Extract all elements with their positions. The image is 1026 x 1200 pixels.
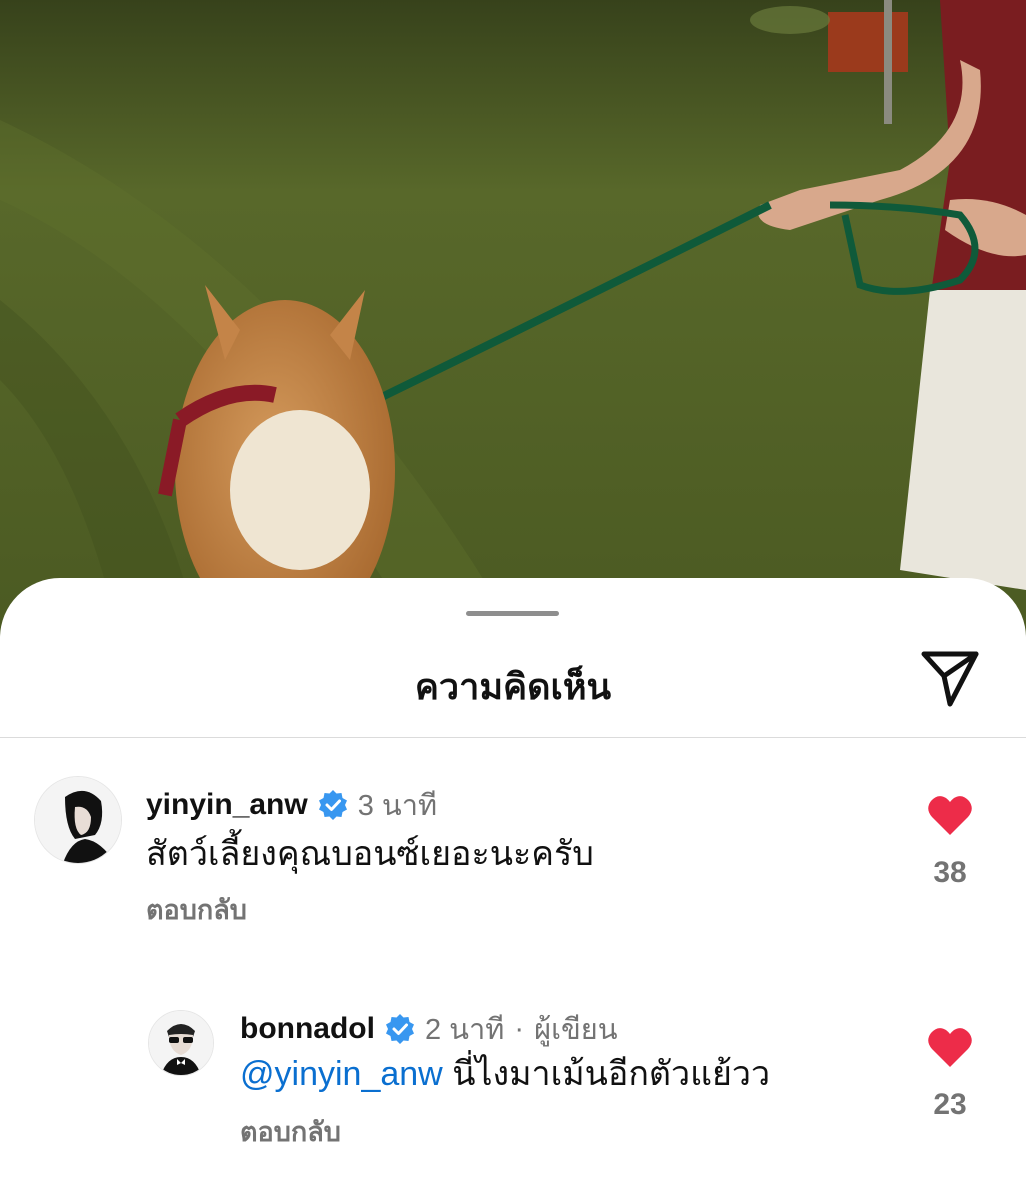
- verified-badge-icon: [318, 790, 347, 820]
- share-button[interactable]: [918, 646, 982, 710]
- like-count: 23: [933, 1088, 967, 1121]
- comment-text: สัตว์เลี้ยงคุณบอนซ์เยอะนะครับ: [146, 826, 594, 880]
- user-mention-link[interactable]: @yinyin_anw: [240, 1055, 443, 1093]
- like-count: 38: [933, 856, 967, 889]
- like-control: 38: [910, 794, 990, 890]
- header-divider: [0, 737, 1026, 738]
- profile-picture: [149, 1011, 213, 1075]
- comment-header: yinyin_anw 3 นาที: [146, 782, 437, 828]
- meta-separator: ·: [514, 1012, 525, 1045]
- comment-time: 3 นาที: [357, 790, 438, 822]
- avatar[interactable]: [34, 776, 122, 864]
- post-photo: [0, 0, 1026, 640]
- comment-body: สัตว์เลี้ยงคุณบอนซ์เยอะนะครับ: [146, 835, 594, 873]
- avatar[interactable]: [148, 1010, 214, 1076]
- sheet-title: ความคิดเห็น: [414, 666, 612, 707]
- heart-filled-icon[interactable]: [927, 794, 973, 836]
- heart-filled-icon[interactable]: [927, 1026, 973, 1068]
- verified-badge-icon: [385, 1014, 414, 1044]
- profile-picture: [35, 777, 121, 863]
- paper-plane-icon: [921, 651, 979, 707]
- reply-button[interactable]: ตอบกลับ: [146, 888, 247, 931]
- like-control: 23: [910, 1026, 990, 1122]
- comment-username[interactable]: bonnadol: [240, 1012, 375, 1046]
- comment-text: @yinyin_anw นี่ไงมาเม้นอีกตัวแย้วว: [240, 1046, 770, 1100]
- comments-sheet: ความคิดเห็น yinyin_anw 3 นาที สัตว์เลี้ย…: [0, 578, 1026, 1200]
- reply-button[interactable]: ตอบกลับ: [240, 1110, 341, 1153]
- comment-body: นี่ไงมาเม้นอีกตัวแย้วว: [452, 1055, 771, 1093]
- post-photo-illustration: [0, 0, 1026, 640]
- comment-username[interactable]: yinyin_anw: [146, 788, 308, 822]
- sheet-drag-handle[interactable]: [466, 611, 559, 616]
